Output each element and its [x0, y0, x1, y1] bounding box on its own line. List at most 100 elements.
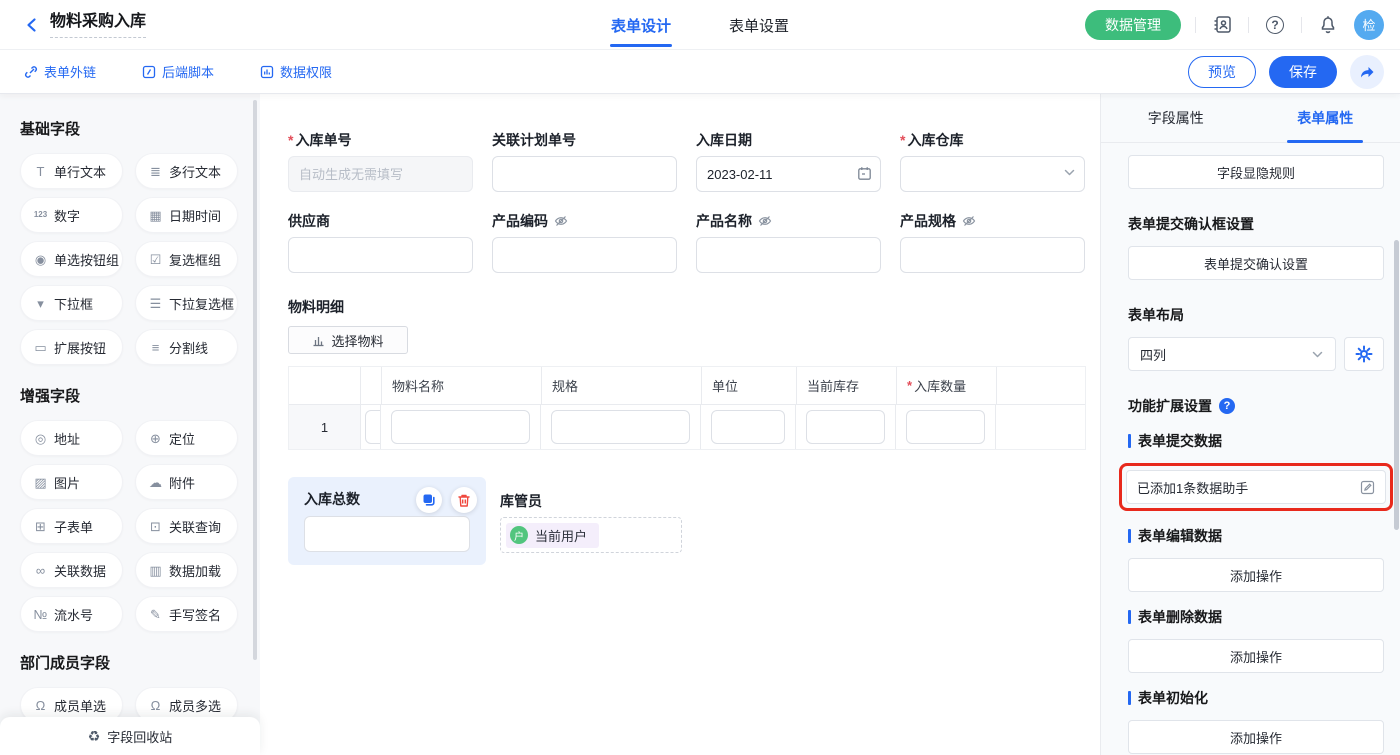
add-action-button-delete-data[interactable]: 添加操作	[1128, 639, 1384, 673]
data-load-icon: ▥	[148, 564, 163, 577]
subform-input-inbound-qty[interactable]	[906, 410, 985, 444]
field-type-label: 成员多选	[169, 696, 221, 715]
form-layout-section-title: 表单布局	[1128, 305, 1384, 325]
field-label: 库管员	[500, 493, 542, 509]
field-inbound-total-selected[interactable]: 入库总数	[288, 477, 486, 565]
sidebar-section-title: 增强字段	[20, 385, 260, 406]
subform-icon: ⊞	[33, 520, 48, 533]
copy-field-button[interactable]	[416, 487, 442, 513]
subform-input-spec[interactable]	[551, 410, 690, 444]
field-visibility-rules-button[interactable]: 字段显隐规则	[1128, 155, 1384, 189]
inbound-total-input[interactable]	[304, 516, 470, 552]
field-type-location[interactable]: ⊕定位	[135, 420, 238, 456]
tab-form-settings[interactable]: 表单设置	[729, 0, 789, 50]
add-action-button-form-init[interactable]: 添加操作	[1128, 720, 1384, 754]
field-label: 供应商	[288, 213, 330, 229]
field-type-number[interactable]: 123数字	[20, 197, 123, 233]
field-product-name[interactable]: 产品名称	[696, 213, 881, 273]
select-material-button[interactable]: 选择物料	[288, 326, 408, 354]
plan-no-input[interactable]	[492, 156, 677, 192]
edit-icon[interactable]	[1360, 480, 1375, 495]
submit-confirm-settings-button[interactable]: 表单提交确认设置	[1128, 246, 1384, 280]
layout-select[interactable]: 四列	[1128, 337, 1336, 371]
field-type-handwritten-signature[interactable]: ✎手写签名	[135, 596, 238, 632]
field-type-dropdown[interactable]: ▾下拉框	[20, 285, 123, 321]
field-type-data-load[interactable]: ▥ 数据加载	[135, 552, 238, 588]
divider-icon: ≡	[148, 341, 163, 354]
product-code-input[interactable]	[492, 237, 677, 273]
field-plan-no[interactable]: 关联计划单号	[492, 132, 677, 192]
layout-settings-button[interactable]	[1344, 337, 1384, 371]
required-marker: *	[900, 132, 905, 148]
backend-script[interactable]: 后端脚本	[142, 62, 214, 81]
field-type-multi-line-text[interactable]: ≣多行文本	[135, 153, 238, 189]
help-icon[interactable]: ?	[1263, 13, 1287, 37]
notification-bell-icon[interactable]	[1316, 13, 1340, 37]
data-manage-button[interactable]: 数据管理	[1085, 10, 1181, 40]
field-warehouse-manager[interactable]: 库管员 户 当前用户	[500, 477, 685, 565]
field-type-radio-group[interactable]: ◉单选按钮组	[20, 241, 123, 277]
product-name-input[interactable]	[696, 237, 881, 273]
field-type-label: 单选按钮组	[54, 250, 119, 269]
delete-field-button[interactable]	[451, 487, 477, 513]
share-button[interactable]	[1350, 55, 1384, 89]
contacts-icon[interactable]	[1210, 13, 1234, 37]
form-external-link[interactable]: 表单外链	[24, 62, 96, 81]
order-no-input[interactable]	[288, 156, 473, 192]
field-supplier[interactable]: 供应商	[288, 213, 473, 273]
field-product-code[interactable]: 产品编码	[492, 213, 677, 273]
field-type-subform[interactable]: ⊞子表单	[20, 508, 123, 544]
address-icon: ◎	[33, 432, 48, 445]
field-warehouse[interactable]: * 入库仓库	[900, 132, 1085, 192]
field-label: 入库总数	[304, 491, 360, 507]
add-action-button-edit-data[interactable]: 添加操作	[1128, 558, 1384, 592]
help-icon[interactable]: ?	[1219, 398, 1235, 414]
field-type-image[interactable]: ▨图片	[20, 464, 123, 500]
field-type-single-line-text[interactable]: T单行文本	[20, 153, 123, 189]
field-product-spec[interactable]: 产品规格	[900, 213, 1085, 273]
tab-form-design[interactable]: 表单设计	[611, 0, 671, 50]
field-type-label: 复选框组	[169, 250, 221, 269]
field-type-linked-data[interactable]: ∞关联数据	[20, 552, 123, 588]
field-type-datetime[interactable]: ▦日期时间	[135, 197, 238, 233]
warehouse-select[interactable]	[900, 156, 1085, 192]
tab-form-properties[interactable]: 表单属性	[1251, 94, 1400, 142]
field-type-address[interactable]: ◎地址	[20, 420, 123, 456]
back-icon[interactable]	[22, 15, 42, 35]
user-avatar[interactable]: 检	[1354, 10, 1384, 40]
blue-bar-marker	[1128, 610, 1131, 624]
supplier-input[interactable]	[288, 237, 473, 273]
subform-input-material-name[interactable]	[391, 410, 530, 444]
field-recycle-bin[interactable]: ♻ 字段回收站	[0, 717, 260, 755]
subform-input-unit[interactable]	[711, 410, 785, 444]
preview-button[interactable]: 预览	[1188, 56, 1256, 88]
field-type-dropdown-multi[interactable]: ☰下拉复选框	[135, 285, 238, 321]
field-type-label: 手写签名	[169, 605, 221, 624]
save-button[interactable]: 保存	[1269, 56, 1337, 88]
field-type-label: 数据加载	[169, 561, 221, 580]
subform-col-label: 入库数量	[914, 376, 966, 395]
sidebar-scrollbar[interactable]	[253, 100, 257, 660]
field-type-checkbox-group[interactable]: ☑复选框组	[135, 241, 238, 277]
data-permission[interactable]: 数据权限	[260, 62, 332, 81]
date-input[interactable]	[696, 156, 881, 192]
product-spec-input[interactable]	[900, 237, 1085, 273]
tab-field-properties[interactable]: 字段属性	[1101, 94, 1251, 142]
field-type-serial-number[interactable]: №流水号	[20, 596, 123, 632]
subform-col-label: 当前库存	[807, 376, 859, 395]
field-inbound-date[interactable]: 入库日期	[696, 132, 881, 192]
subform-input-partial[interactable]	[365, 410, 381, 444]
extension-value-submit-data[interactable]: 已添加1条数据助手	[1126, 470, 1386, 504]
field-type-divider[interactable]: ≡分割线	[135, 329, 238, 365]
field-type-extend-button[interactable]: ▭扩展按钮	[20, 329, 123, 365]
serial-number-icon: №	[33, 608, 48, 621]
field-inbound-order-no[interactable]: * 入库单号	[288, 132, 473, 192]
field-type-linked-query[interactable]: ⊡关联查询	[135, 508, 238, 544]
field-type-attachment[interactable]: ☁附件	[135, 464, 238, 500]
form-title[interactable]: 物料采购入库	[50, 12, 146, 38]
sidebar-section-title: 部门成员字段	[20, 652, 260, 673]
manager-value-box[interactable]: 户 当前用户	[500, 517, 682, 553]
window-scrollbar[interactable]	[1394, 240, 1399, 530]
dropdown-multi-icon: ☰	[148, 297, 163, 310]
subform-input-current-stock[interactable]	[806, 410, 885, 444]
